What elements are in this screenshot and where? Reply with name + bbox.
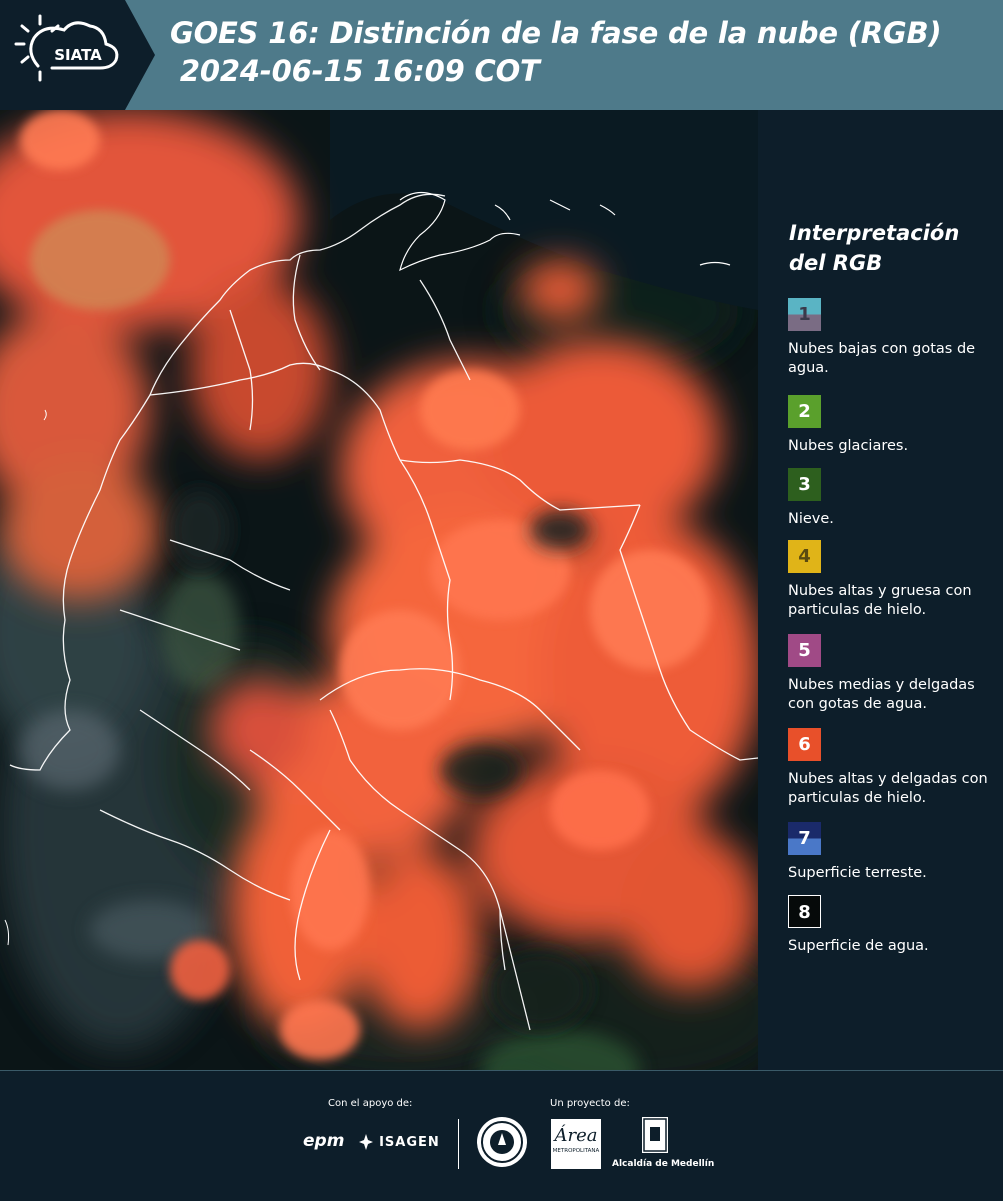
satellite-map: [0, 110, 758, 1070]
isagen-icon: [359, 1133, 373, 1150]
legend-label: Superficie terreste.: [788, 865, 927, 881]
legend-swatch: 1: [788, 298, 821, 331]
legend-label: Nieve.: [788, 511, 834, 527]
legend-item-4: 4 Nubes altas y gruesa con particulas de…: [788, 540, 998, 620]
header-bar: SIATA GOES 16: Distinción de la fase de …: [0, 0, 1003, 110]
seal-logo: [477, 1117, 527, 1167]
legend-label: Nubes glaciares.: [788, 438, 909, 454]
legend-panel: Interpretación del RGB 1 Nubes bajas con…: [762, 110, 1003, 1070]
legend-item-6: 6 Nubes altas y delgadas con particulas …: [788, 728, 998, 808]
legend-swatch: 4: [788, 540, 821, 573]
legend-swatch: 2: [788, 395, 821, 428]
logo-text: SIATA: [54, 46, 102, 64]
legend-item-8: 8 Superficie de agua.: [788, 895, 998, 956]
legend-swatch: 3: [788, 468, 821, 501]
satellite-image: [0, 110, 758, 1070]
area-logo-text: Área: [554, 1125, 598, 1146]
seal-icon: [481, 1121, 523, 1163]
legend-label: Nubes altas y delgadas con particulas de…: [788, 771, 988, 806]
medellin-shield-logo: [642, 1117, 668, 1153]
page-title: GOES 16: Distinción de la fase de la nub…: [170, 16, 942, 88]
siata-logo: SIATA: [0, 0, 125, 110]
header-arrow: [125, 0, 155, 110]
support-label: Con el apoyo de:: [328, 1098, 413, 1109]
isagen-text: ISAGEN: [379, 1135, 440, 1150]
footer-divider: [458, 1119, 459, 1169]
legend-swatch: 7: [788, 822, 821, 855]
legend-label: Nubes medias y delgadas con gotas de agu…: [788, 677, 975, 712]
legend-item-7: 7 Superficie terreste.: [788, 822, 998, 883]
alcaldia-text: Alcaldía de Medellín: [612, 1159, 715, 1169]
legend-swatch: 6: [788, 728, 821, 761]
area-metropolitana-logo: Área METROPOLITANA: [551, 1119, 601, 1169]
project-label: Un proyecto de:: [550, 1098, 630, 1109]
area-logo-subtext: METROPOLITANA: [552, 1148, 600, 1154]
legend-label: Nubes altas y gruesa con particulas de h…: [788, 583, 972, 618]
legend-swatch: 8: [788, 895, 821, 928]
isagen-logo: ISAGEN: [358, 1131, 440, 1151]
legend-item-5: 5 Nubes medias y delgadas con gotas de a…: [788, 634, 998, 714]
legend-item-3: 3 Nieve.: [788, 468, 998, 529]
legend-label: Nubes bajas con gotas de agua.: [788, 341, 976, 376]
legend-label: Superficie de agua.: [788, 938, 929, 954]
sun-cloud-icon: SIATA: [14, 14, 119, 82]
legend-item-2: 2 Nubes glaciares.: [788, 395, 998, 456]
footer: Con el apoyo de: Un proyecto de: epm ISA…: [0, 1070, 1003, 1201]
epm-logo: epm: [303, 1131, 345, 1151]
legend-swatch: 5: [788, 634, 821, 667]
legend-title: Interpretación del RGB: [789, 221, 960, 275]
shield-icon: [643, 1118, 667, 1152]
legend-item-1: 1 Nubes bajas con gotas de agua.: [788, 298, 998, 378]
